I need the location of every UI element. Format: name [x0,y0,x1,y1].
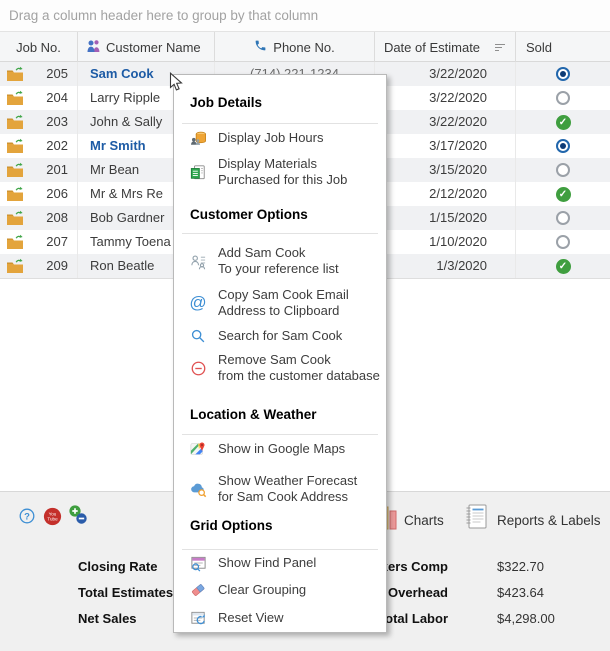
date-of-estimate: 1/10/2020 [375,230,516,254]
date-of-estimate: 1/15/2020 [375,206,516,230]
stat-workers-comp-value: $322.70 [497,559,544,574]
phone-header-icon [254,39,267,55]
column-header-sold[interactable]: Sold [516,32,610,62]
job-no: 207 [46,234,68,249]
column-header-phone-no-label: Phone No. [273,39,335,55]
group-by-drop-zone[interactable]: Drag a column header here to group by th… [0,0,610,32]
email-at-icon: @ [189,293,207,312]
menu-item-reset-view[interactable]: Reset View [174,610,386,626]
menu-item-copy-email[interactable]: @ Copy Sam Cook Email Address to Clipboa… [174,287,386,319]
column-header-date-label: Date of Estimate [383,39,481,55]
customer-header-icon [86,39,101,56]
folder-icon[interactable] [6,258,24,282]
stat-total-labor-value: $4,298.00 [497,611,555,626]
column-header-job-no[interactable]: Job No. [0,32,78,62]
sold-indicator [556,211,570,225]
remove-customer-icon [188,360,208,377]
sold-indicator [555,258,571,274]
youtube-icon[interactable]: You Tube [43,507,62,531]
job-no: 202 [46,138,68,153]
add-to-reference-icon [188,253,208,270]
menu-item-show-find-panel[interactable]: Show Find Panel [174,555,386,571]
app-window: Drag a column header here to group by th… [0,0,610,651]
google-maps-icon [188,441,208,457]
job-no: 209 [46,258,68,273]
sold-indicator [555,114,571,130]
menu-section-grid-options: Grid Options [190,518,273,533]
search-icon [188,328,208,344]
materials-icon [188,164,208,181]
clear-grouping-icon [188,582,208,598]
menu-section-location-weather: Location & Weather [190,407,317,422]
svg-text:?: ? [24,512,30,523]
add-remove-icon[interactable] [67,504,89,532]
menu-section-customer-options: Customer Options [190,207,308,222]
column-header-customer-name-label: Customer Name [106,39,201,55]
sold-indicator [556,91,570,105]
sold-indicator [556,67,570,81]
job-no: 203 [46,114,68,129]
menu-item-clear-grouping[interactable]: Clear Grouping [174,582,386,598]
stat-overhead-value: $423.64 [497,585,544,600]
sort-icon [494,40,506,55]
job-no: 205 [46,66,68,81]
date-of-estimate: 3/22/2020 [375,62,516,86]
date-of-estimate: 3/22/2020 [375,110,516,134]
job-no: 201 [46,162,68,177]
menu-item-display-job-hours[interactable]: Display Job Hours [174,130,386,146]
column-header-phone-no[interactable]: Phone No. [215,32,375,62]
date-of-estimate: 3/22/2020 [375,86,516,110]
reports-labels-label[interactable]: Reports & Labels [497,513,601,529]
weather-forecast-icon [188,481,208,498]
column-header-sold-label: Sold [526,39,553,55]
charts-label[interactable]: Charts [404,513,444,529]
date-of-estimate: 2/12/2020 [375,182,516,206]
menu-separator [182,549,378,550]
job-no: 204 [46,90,68,105]
menu-item-display-materials[interactable]: Display Materials Purchased for this Job [174,156,386,188]
date-of-estimate: 3/15/2020 [375,158,516,182]
help-icon[interactable]: ? [19,508,35,529]
menu-item-search-customer[interactable]: Search for Sam Cook [174,328,386,344]
job-hours-icon [188,130,208,147]
mouse-cursor [169,71,184,98]
menu-separator [182,434,378,435]
sold-indicator [555,186,571,202]
sold-indicator [556,163,570,177]
menu-item-show-weather-forecast[interactable]: Show Weather Forecast for Sam Cook Addre… [174,473,386,505]
column-header-job-no-label: Job No. [16,39,61,55]
grid-header: Job No. Customer Name Phone No. Date of … [0,32,610,62]
context-menu: Job Details Display Job Hours Display Ma… [173,74,387,633]
svg-text:Tube: Tube [47,517,58,522]
menu-item-add-to-reference-list[interactable]: Add Sam Cook To your reference list [174,245,386,277]
job-no: 208 [46,210,68,225]
sold-indicator [556,139,570,153]
menu-separator [182,233,378,234]
reports-icon[interactable] [464,503,489,535]
date-of-estimate: 3/17/2020 [375,134,516,158]
job-no: 206 [46,186,68,201]
date-of-estimate: 1/3/2020 [375,254,516,278]
menu-item-show-in-google-maps[interactable]: Show in Google Maps [174,441,386,457]
menu-item-remove-customer[interactable]: Remove Sam Cook from the customer databa… [174,352,386,384]
column-header-date-of-estimate[interactable]: Date of Estimate [375,32,516,62]
reset-view-icon [188,610,208,627]
menu-separator [182,123,378,124]
column-header-customer-name[interactable]: Customer Name [78,32,215,62]
menu-section-job-details: Job Details [190,95,263,110]
find-panel-icon [188,555,208,572]
sold-indicator [556,235,570,249]
